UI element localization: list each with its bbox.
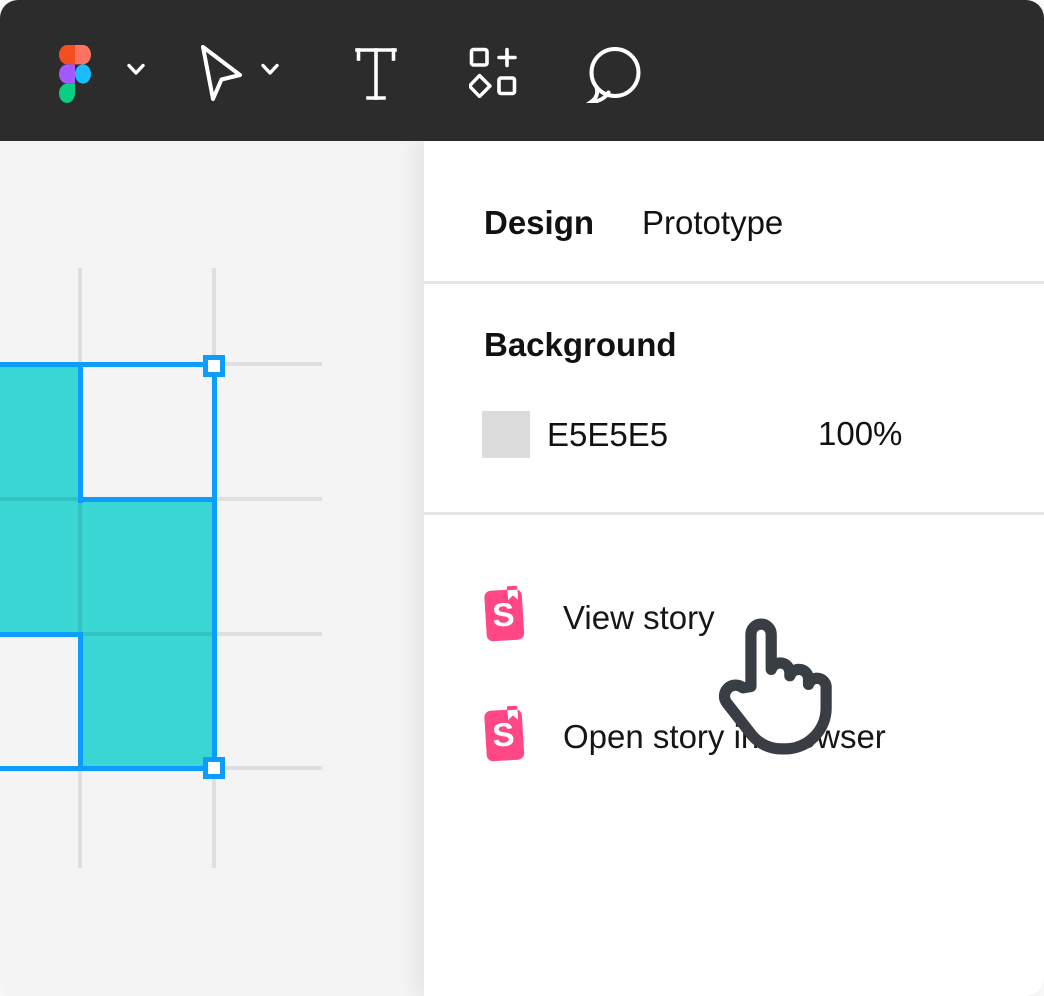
text-tool-icon[interactable] bbox=[354, 46, 398, 107]
grid-line-vertical bbox=[78, 268, 82, 868]
tab-prototype[interactable]: Prototype bbox=[642, 203, 783, 243]
tab-design[interactable]: Design bbox=[484, 203, 594, 243]
selection-edge-bottom bbox=[0, 766, 217, 771]
selection-handle-top-right[interactable] bbox=[203, 355, 225, 377]
resources-tool-icon[interactable] bbox=[469, 47, 517, 103]
comment-tool-icon[interactable] bbox=[586, 46, 644, 108]
shape-inner-edge bbox=[0, 632, 83, 637]
selected-shape-cell[interactable] bbox=[80, 634, 214, 768]
design-canvas[interactable] bbox=[0, 141, 424, 996]
background-hex-value[interactable]: E5E5E5 bbox=[547, 415, 668, 455]
panel-divider bbox=[424, 512, 1044, 515]
background-section-title: Background bbox=[484, 325, 677, 365]
selection-handle-bottom-right[interactable] bbox=[203, 757, 225, 779]
properties-panel: Design Prototype Background E5E5E5 100% … bbox=[424, 141, 1044, 996]
storybook-icon: S bbox=[482, 705, 527, 765]
move-tool-icon[interactable] bbox=[199, 44, 243, 107]
storybook-icon-letter: S bbox=[491, 715, 515, 753]
open-story-in-browser-button[interactable]: Open story in browser bbox=[563, 717, 886, 757]
background-opacity-value[interactable]: 100% bbox=[818, 414, 902, 454]
shape-inner-edge bbox=[78, 362, 83, 503]
move-tool-chevron-down-icon[interactable] bbox=[261, 63, 279, 81]
figma-app-window: Design Prototype Background E5E5E5 100% … bbox=[0, 0, 1044, 996]
selected-shape-cell[interactable] bbox=[0, 364, 80, 499]
panel-tabs: Design Prototype bbox=[484, 203, 783, 243]
storybook-icon: S bbox=[482, 585, 527, 645]
storybook-icon-letter: S bbox=[491, 595, 515, 633]
selection-edge-right bbox=[212, 362, 217, 771]
figma-logo[interactable] bbox=[59, 45, 91, 108]
shape-inner-edge bbox=[78, 497, 217, 502]
selection-edge-top bbox=[0, 362, 217, 367]
background-color-swatch[interactable] bbox=[482, 411, 530, 458]
toolbar bbox=[0, 0, 1044, 141]
selected-shape-cell[interactable] bbox=[0, 499, 214, 634]
shape-inner-edge bbox=[78, 632, 83, 771]
panel-divider bbox=[424, 281, 1044, 284]
figma-menu-chevron-down-icon[interactable] bbox=[127, 63, 145, 81]
view-story-button[interactable]: View story bbox=[563, 598, 715, 638]
